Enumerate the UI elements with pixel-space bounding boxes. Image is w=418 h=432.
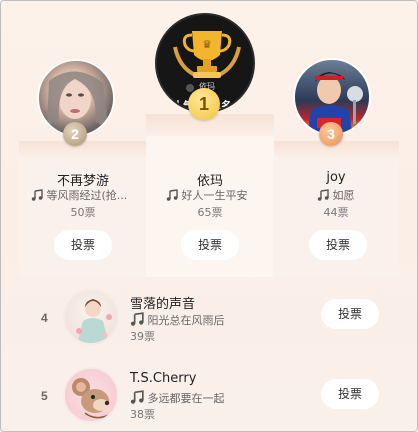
podium-top-left [19, 141, 147, 157]
list-name: 雪落的声音 [130, 297, 196, 312]
illustrated-girl-icon [76, 299, 112, 343]
podium-song-rank-1: 好人一生平安 [166, 187, 276, 203]
list-rank: 5 [41, 389, 48, 403]
cartoon-mouse-icon [72, 378, 110, 419]
podium-name-rank-3: joy [326, 170, 346, 185]
vote-button-list-5[interactable]: 投票 [321, 379, 379, 409]
list-name: T.S.Cherry [130, 371, 197, 386]
medal-rank-1: 1 [188, 88, 220, 120]
music-note-icon [166, 189, 178, 201]
list-votes: 38票 [130, 408, 155, 421]
medal-rank-3: 3 [319, 122, 343, 146]
list-item[interactable]: 4 雪落的声音 阳光总在风雨后 39票 投票 [1, 285, 417, 351]
list-avatar [63, 367, 119, 423]
list-item[interactable]: 5 T.S.Cherry 多远都要在一起 38票 投票 [1, 363, 417, 429]
podium-votes-rank-2: 50票 [70, 206, 96, 219]
music-note-icon [31, 189, 43, 201]
music-note-icon [130, 312, 144, 326]
vote-button-rank-3[interactable]: 投票 [309, 230, 367, 260]
medal-rank-2: 2 [63, 122, 87, 146]
music-note-icon [317, 189, 329, 201]
podium-votes-rank-1: 65票 [197, 206, 223, 219]
podium-song-rank-2: 等风雨经过(抢... [31, 187, 145, 203]
list-song: 阳光总在风雨后 [130, 312, 300, 328]
podium-votes-rank-3: 44票 [323, 206, 349, 219]
list-votes: 39票 [130, 330, 155, 343]
vote-button-rank-1[interactable]: 投票 [181, 230, 239, 260]
podium-song-rank-3: 如愿 [317, 187, 397, 203]
list-avatar [63, 289, 119, 345]
vote-button-list-4[interactable]: 投票 [321, 299, 379, 329]
svg-text:♛: ♛ [202, 38, 212, 51]
music-note-icon [130, 390, 144, 404]
ranking-panel: 2 ♛ 依玛 人气...第1名 1 [0, 0, 418, 432]
list-song: 多远都要在一起 [130, 390, 300, 406]
list-rank: 4 [41, 311, 48, 325]
vote-button-rank-2[interactable]: 投票 [54, 230, 112, 260]
